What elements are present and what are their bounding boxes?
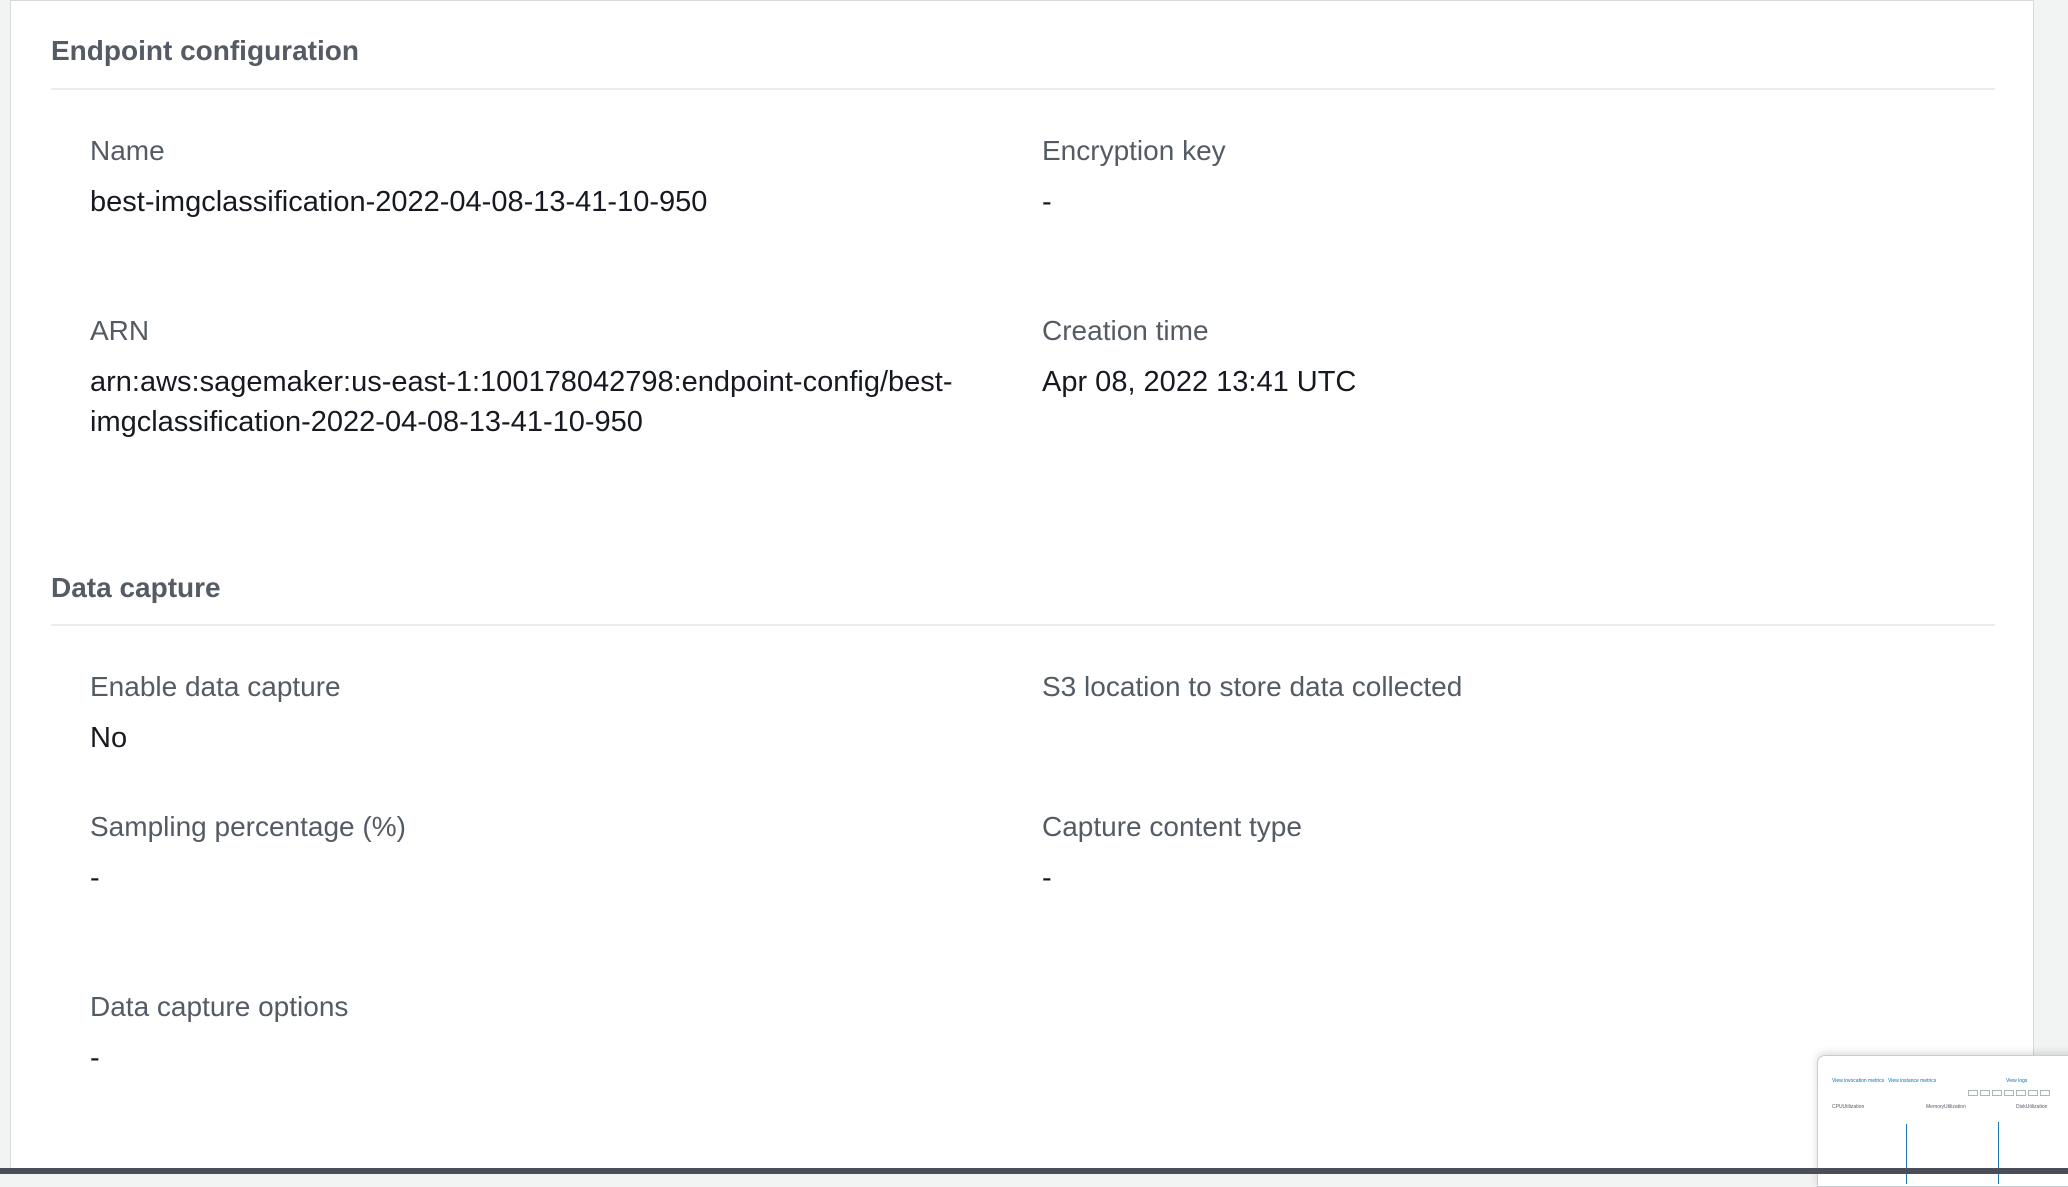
field-value: arn:aws:sagemaker:us-east-1:100178042798… — [90, 366, 953, 438]
field-label: Capture content type — [1042, 811, 1302, 842]
field-capture-content-type: Capture content type - — [1042, 810, 1942, 898]
field-label: Encryption key — [1042, 135, 1226, 166]
field-value: Apr 08, 2022 13:41 UTC — [1042, 366, 1357, 398]
field-value: No — [90, 722, 128, 754]
thumb-chart-line — [1906, 1124, 1907, 1184]
thumb-time-button — [1968, 1090, 1978, 1096]
field-data-capture-options: Data capture options - — [90, 990, 990, 1078]
thumb-refresh-button — [2040, 1090, 2050, 1096]
field-label: Enable data capture — [90, 671, 341, 702]
field-label: Data capture options — [90, 991, 349, 1022]
field-value: - — [1042, 186, 1052, 218]
thumb-time-button — [2004, 1090, 2014, 1096]
section-divider — [51, 88, 1995, 90]
thumb-time-button — [1980, 1090, 1990, 1096]
section-title-endpoint-configuration: Endpoint configuration — [51, 35, 359, 66]
section-divider — [51, 624, 1995, 626]
field-label: S3 location to store data collected — [1042, 671, 1463, 702]
thumb-link-view-logs: View logs — [2006, 1078, 2028, 1084]
thumb-link-instance-metrics: View instance metrics — [1888, 1078, 1937, 1084]
field-value: best-imgclassification-2022-04-08-13-41-… — [90, 186, 708, 218]
thumb-time-button — [1992, 1090, 2002, 1096]
field-arn: ARN arn:aws:sagemaker:us-east-1:10017804… — [90, 314, 970, 442]
thumb-chart-title-cpu: CPUUtilization — [1832, 1104, 1865, 1110]
thumb-chart-title-memory: MemoryUtilization — [1926, 1104, 1966, 1110]
thumb-chart-line — [1998, 1122, 1999, 1184]
field-value: - — [90, 862, 100, 894]
thumb-chart-title-disk: DiskUtilization — [2016, 1104, 2048, 1110]
field-label: Sampling percentage (%) — [90, 811, 406, 842]
field-value: - — [90, 1042, 100, 1074]
endpoint-details-panel: Endpoint configuration Name best-imgclas… — [10, 0, 2034, 1168]
field-s3-location: S3 location to store data collected — [1042, 670, 1942, 718]
thumb-link-invocation-metrics: View invocation metrics — [1832, 1078, 1885, 1084]
thumb-time-button — [2028, 1090, 2038, 1096]
field-label: ARN — [90, 315, 150, 346]
field-label: Creation time — [1042, 315, 1209, 346]
bottom-edge-bar — [0, 1168, 2068, 1174]
field-encryption-key: Encryption key - — [1042, 134, 1942, 222]
field-label: Name — [90, 135, 165, 166]
field-sampling-percentage: Sampling percentage (%) - — [90, 810, 990, 898]
field-enable-data-capture: Enable data capture No — [90, 670, 990, 758]
field-name: Name best-imgclassification-2022-04-08-1… — [90, 134, 990, 222]
field-value: - — [1042, 862, 1052, 894]
thumb-time-button — [2016, 1090, 2026, 1096]
section-title-data-capture: Data capture — [51, 572, 221, 603]
field-creation-time: Creation time Apr 08, 2022 13:41 UTC — [1042, 314, 1942, 402]
